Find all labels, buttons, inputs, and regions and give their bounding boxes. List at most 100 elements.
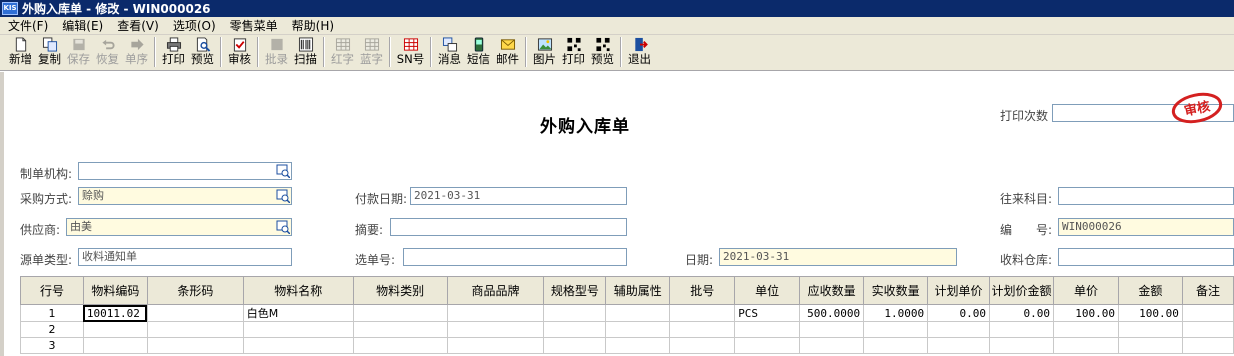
cell-material-name[interactable] (242, 321, 354, 338)
cell-spec[interactable] (543, 304, 607, 322)
cell-plan-price[interactable]: 0.00 (927, 304, 991, 322)
col-header-material-name[interactable]: 物料名称 (242, 276, 354, 305)
cell-brand[interactable] (446, 304, 545, 322)
cell-batch[interactable] (669, 321, 736, 338)
col-header-remark[interactable]: 备注 (1181, 276, 1234, 305)
save-button[interactable]: 保存 (64, 35, 93, 69)
source-type-field[interactable]: 收料通知单 (78, 248, 292, 266)
cell-barcode[interactable] (146, 304, 244, 322)
menu-options[interactable]: 选项(O) (165, 17, 222, 34)
col-header-brand[interactable]: 商品品牌 (446, 276, 545, 305)
cell-plan-amount[interactable] (989, 337, 1054, 354)
cell-plan-price[interactable] (927, 321, 991, 338)
preview-button[interactable]: 预览 (188, 35, 217, 69)
lookup-icon[interactable] (276, 220, 290, 234)
table-row[interactable]: 1 10011.02 白色M PCS 500.0000 1.0000 0.00 … (20, 304, 1234, 322)
cell-material-code[interactable] (82, 337, 148, 354)
mail-button[interactable]: 邮件 (493, 35, 522, 69)
cell-material-category[interactable] (352, 321, 448, 338)
table-row[interactable]: 3 (20, 337, 1234, 354)
cell-plan-amount[interactable] (989, 321, 1054, 338)
cell-line-no[interactable]: 2 (20, 321, 84, 338)
cell-amount[interactable] (1117, 337, 1183, 354)
account-field[interactable] (1058, 187, 1234, 205)
col-header-aux-attr[interactable]: 辅助属性 (605, 276, 671, 305)
blue-entry-button[interactable]: 蓝字 (357, 35, 386, 69)
menu-view[interactable]: 查看(V) (109, 17, 165, 34)
message-button[interactable]: 消息 (435, 35, 464, 69)
cell-aux-attr[interactable] (605, 337, 671, 354)
col-header-material-code[interactable]: 物料编码 (82, 276, 148, 305)
batch-entry-button[interactable]: 批录 (262, 35, 291, 69)
copy-button[interactable]: 复制 (35, 35, 64, 69)
cell-material-name[interactable] (242, 337, 354, 354)
cell-qty-due[interactable] (799, 337, 865, 354)
new-button[interactable]: 新增 (6, 35, 35, 69)
col-header-qty-received[interactable]: 实收数量 (863, 276, 929, 305)
cell-qty-received[interactable] (863, 337, 929, 354)
cell-qty-received[interactable] (863, 321, 929, 338)
cell-qty-due[interactable] (799, 321, 865, 338)
cell-batch[interactable] (669, 337, 736, 354)
cell-qty-due[interactable]: 500.0000 (799, 304, 865, 322)
menu-retail[interactable]: 零售菜单 (222, 17, 284, 34)
cell-line-no[interactable]: 1 (20, 304, 84, 322)
select-no-field[interactable] (403, 248, 627, 266)
col-header-plan-price[interactable]: 计划单价 (927, 276, 991, 305)
org-field[interactable] (78, 162, 292, 180)
print-button[interactable]: 打印 (159, 35, 188, 69)
cell-unit[interactable] (734, 321, 801, 338)
col-header-spec[interactable]: 规格型号 (543, 276, 607, 305)
cell-aux-attr[interactable] (605, 321, 671, 338)
supplier-field[interactable]: 由美 (66, 218, 292, 236)
col-header-unit[interactable]: 单位 (734, 276, 801, 305)
scan-button[interactable]: 扫描 (291, 35, 320, 69)
cell-remark[interactable] (1181, 337, 1234, 354)
cell-unit[interactable]: PCS (734, 304, 801, 322)
cell-plan-price[interactable] (927, 337, 991, 354)
exit-button[interactable]: 退出 (625, 35, 654, 69)
lookup-icon[interactable] (276, 164, 290, 178)
cell-amount[interactable]: 100.00 (1117, 304, 1183, 322)
cell-material-code[interactable]: 10011.02 (82, 304, 148, 322)
pay-date-field[interactable]: 2021-03-31 (410, 187, 627, 205)
summary-field[interactable] (390, 218, 627, 236)
sn-button[interactable]: SN号 (394, 35, 427, 69)
lookup-icon[interactable] (276, 189, 290, 203)
audit-button[interactable]: 审核 (225, 35, 254, 69)
cell-barcode[interactable] (146, 337, 244, 354)
print-qr-button[interactable]: 打印 (559, 35, 588, 69)
cell-plan-amount[interactable]: 0.00 (989, 304, 1054, 322)
warehouse-field[interactable] (1058, 248, 1234, 266)
red-entry-button[interactable]: 红字 (328, 35, 357, 69)
picture-button[interactable]: 图片 (530, 35, 559, 69)
col-header-qty-due[interactable]: 应收数量 (799, 276, 865, 305)
cell-amount[interactable] (1117, 321, 1183, 338)
cell-barcode[interactable] (146, 321, 244, 338)
col-header-material-category[interactable]: 物料类别 (352, 276, 448, 305)
col-header-amount[interactable]: 金额 (1117, 276, 1183, 305)
cell-price[interactable] (1052, 321, 1119, 338)
cell-remark[interactable] (1181, 304, 1234, 322)
cell-material-code[interactable] (82, 321, 148, 338)
cell-aux-attr[interactable] (605, 304, 671, 322)
col-header-barcode[interactable]: 条形码 (146, 276, 244, 305)
cell-material-category[interactable] (352, 337, 448, 354)
col-header-price[interactable]: 单价 (1052, 276, 1119, 305)
number-field[interactable]: WIN000026 (1058, 218, 1234, 236)
menu-file[interactable]: 文件(F) (0, 17, 54, 34)
cell-unit[interactable] (734, 337, 801, 354)
preview-qr-button[interactable]: 预览 (588, 35, 617, 69)
col-header-line-no[interactable]: 行号 (20, 276, 84, 305)
date-field[interactable]: 2021-03-31 (719, 248, 957, 266)
table-row[interactable]: 2 (20, 321, 1234, 338)
cell-qty-received[interactable]: 1.0000 (863, 304, 929, 322)
cell-batch[interactable] (669, 304, 736, 322)
cell-price[interactable] (1052, 337, 1119, 354)
col-header-plan-amount[interactable]: 计划价金额 (989, 276, 1054, 305)
sms-button[interactable]: 短信 (464, 35, 493, 69)
single-order-button[interactable]: 单序 (122, 35, 151, 69)
menu-help[interactable]: 帮助(H) (284, 17, 340, 34)
cell-remark[interactable] (1181, 321, 1234, 338)
cell-spec[interactable] (543, 337, 607, 354)
